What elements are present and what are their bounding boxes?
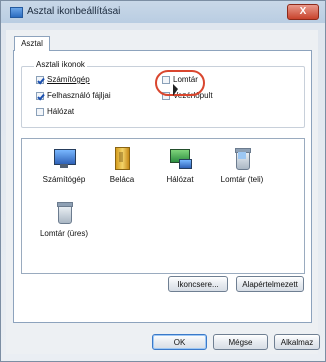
apply-button[interactable]: Alkalmaz bbox=[274, 334, 320, 350]
title-bar[interactable]: Asztal ikonbeállításai X bbox=[1, 1, 325, 23]
icon-label: Számítógép bbox=[42, 175, 86, 184]
group-title: Asztali ikonok bbox=[34, 60, 87, 69]
tab-asztal[interactable]: Asztal bbox=[14, 36, 50, 51]
window-title: Asztal ikonbeállításai bbox=[27, 6, 121, 17]
icon-item-network[interactable]: Hálózat bbox=[150, 146, 210, 184]
icon-label: Lomtár (teli) bbox=[220, 175, 264, 184]
checkbox-user-files[interactable]: Felhasználó fájljai bbox=[36, 91, 111, 100]
cancel-button[interactable]: Mégse bbox=[213, 334, 268, 350]
change-icon-button[interactable]: Ikoncsere... bbox=[168, 276, 228, 292]
user-folder-icon bbox=[110, 146, 134, 170]
icon-item-user-folder[interactable]: Beláca bbox=[92, 146, 152, 184]
checkbox-network[interactable]: Hálózat bbox=[36, 107, 74, 116]
checkbox-box[interactable] bbox=[36, 91, 44, 100]
icon-label: Hálózat bbox=[166, 175, 194, 184]
recycle-bin-full-icon bbox=[230, 146, 254, 170]
checkbox-label: Számítógép bbox=[47, 75, 90, 84]
icon-label: Beláca bbox=[109, 175, 135, 184]
default-button[interactable]: Alapértelmezett bbox=[236, 276, 304, 292]
icon-item-recycle-bin-full[interactable]: Lomtár (teli) bbox=[212, 146, 272, 184]
mouse-cursor-icon bbox=[173, 84, 178, 96]
checkbox-box[interactable] bbox=[36, 75, 44, 84]
recycle-bin-empty-icon bbox=[52, 200, 76, 224]
checkbox-computer[interactable]: Számítógép bbox=[36, 75, 90, 84]
icon-label: Lomtár (üres) bbox=[39, 229, 88, 238]
desktop-settings-icon bbox=[10, 7, 23, 18]
icon-item-computer[interactable]: Számítógép bbox=[34, 146, 94, 184]
checkbox-label: Felhasználó fájljai bbox=[47, 91, 111, 100]
icon-item-recycle-bin-empty[interactable]: Lomtár (üres) bbox=[34, 200, 94, 238]
highlight-circle bbox=[155, 70, 205, 96]
network-icon bbox=[168, 146, 192, 170]
ok-button[interactable]: OK bbox=[152, 334, 207, 350]
close-button[interactable]: X bbox=[287, 4, 319, 20]
checkbox-box[interactable] bbox=[36, 107, 44, 116]
computer-icon bbox=[52, 146, 76, 170]
checkbox-label: Hálózat bbox=[47, 107, 75, 116]
paper-icon bbox=[238, 152, 246, 159]
